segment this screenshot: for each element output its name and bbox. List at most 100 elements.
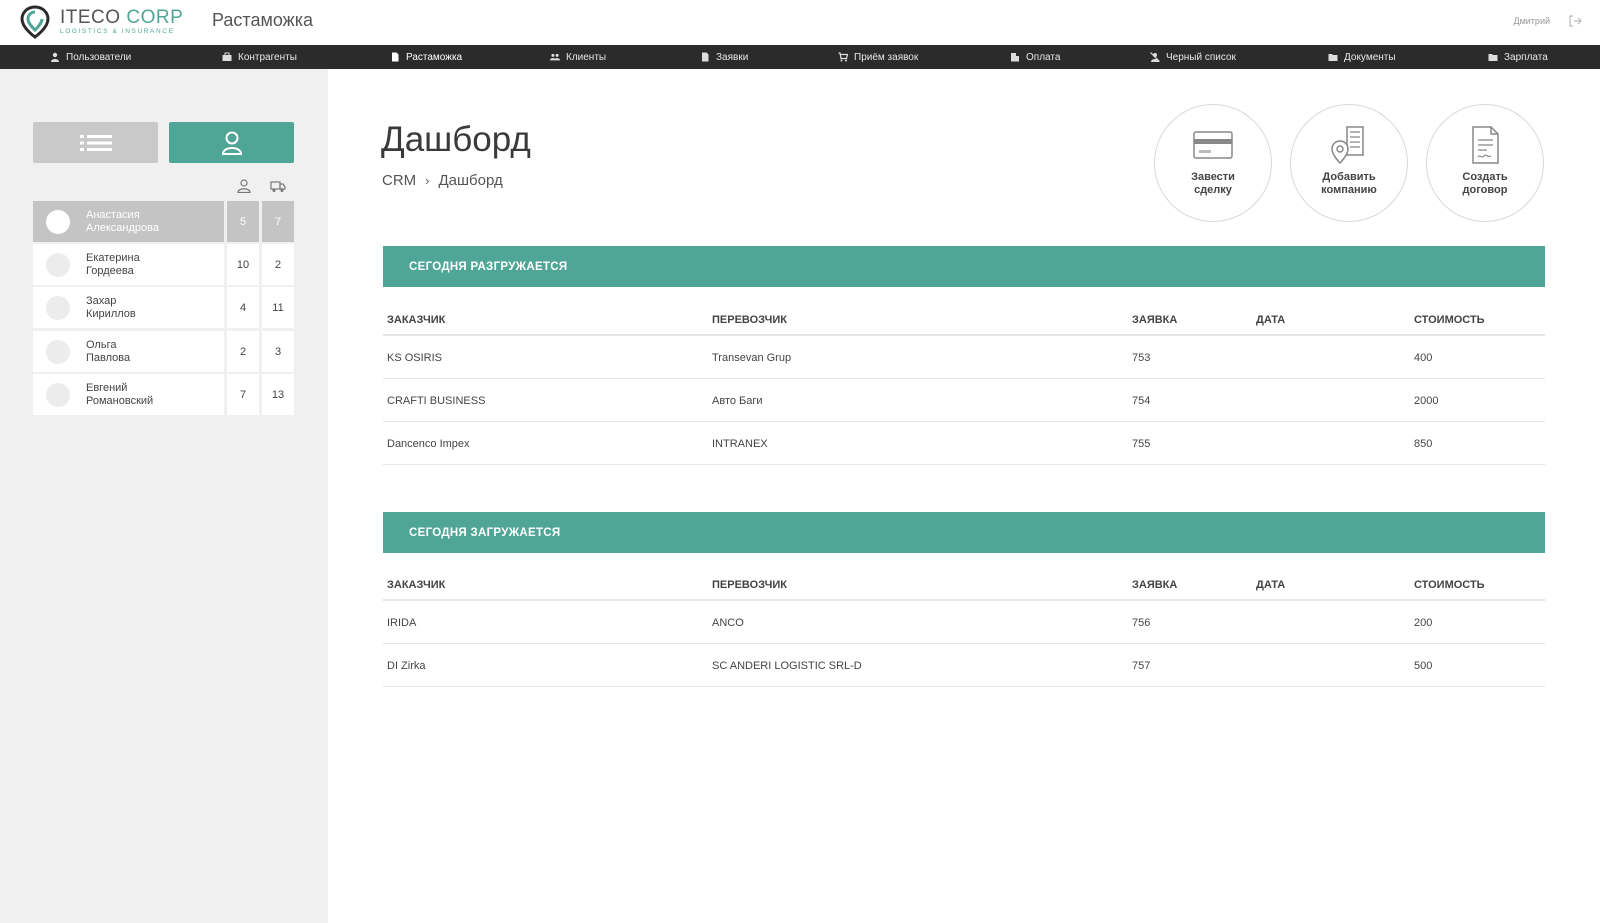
create-deal-button[interactable]: Завести сделку	[1154, 104, 1272, 222]
column-header-date[interactable]: ДАТА	[1256, 314, 1285, 326]
employee-truck-count: 3	[262, 331, 294, 372]
nav-item-label: Пользователи	[66, 51, 132, 63]
folder-icon	[1488, 54, 1498, 61]
customer-cell: DI Zirka	[387, 660, 426, 672]
cart-icon	[838, 52, 848, 62]
create-contract-button[interactable]: Создать договор	[1426, 104, 1544, 222]
column-header-carrier[interactable]: ПЕРЕВОЗЧИК	[712, 314, 787, 326]
column-header-cost[interactable]: СТОИМОСТЬ	[1414, 314, 1485, 326]
nav-item-clients[interactable]: Клиенты	[550, 45, 606, 69]
employee-client-count: 7	[227, 374, 259, 415]
breadcrumb-root-link[interactable]: CRM	[382, 172, 416, 189]
nav-item-label: Клиенты	[566, 51, 607, 63]
unloading-today-header: СЕГОДНЯ РАЗГРУЖАЕТСЯ	[383, 246, 1545, 287]
carrier-cell: Transevan Grup	[712, 352, 792, 364]
bank-icon	[1011, 53, 1019, 62]
nav-item-blacklist[interactable]: Черный список	[1150, 45, 1236, 69]
nav-item-contractors[interactable]: Контрагенты	[222, 45, 297, 69]
nav-item-salary[interactable]: Зарплата	[1488, 45, 1548, 69]
employee-truck-count: 7	[262, 201, 294, 242]
main-nav: Пользователи Контрагенты Растаможка Клие…	[0, 45, 1600, 69]
column-header-request[interactable]: ЗАЯВКА	[1132, 314, 1177, 326]
employee-client-count: 10	[227, 244, 259, 285]
employee-info[interactable]: Ольга Павлова	[33, 331, 224, 372]
users-icon	[550, 53, 560, 61]
column-header-request[interactable]: ЗАЯВКА	[1132, 579, 1177, 591]
employee-view-button[interactable]	[169, 122, 294, 163]
nav-item-payment[interactable]: Оплата	[1010, 45, 1060, 69]
employee-truck-count: 11	[262, 287, 294, 328]
user-icon	[51, 52, 59, 62]
nav-item-users[interactable]: Пользователи	[50, 45, 131, 69]
employee-truck-count: 2	[262, 244, 294, 285]
table-row[interactable]: CRAFTI BUSINESS Авто Баги 754 2000	[383, 379, 1545, 422]
nav-item-label: Оплата	[1026, 51, 1061, 63]
briefcase-icon	[222, 52, 232, 61]
employee-truck-count: 13	[262, 374, 294, 415]
employee-info[interactable]: Евгений Романовский	[33, 374, 224, 415]
logo-pin-icon	[20, 5, 50, 39]
current-user-name[interactable]: Дмитрий	[1514, 16, 1551, 26]
company-logo[interactable]: ITECO CORP LOGISTICS & INSURANCE	[18, 4, 183, 40]
file-icon	[702, 52, 709, 62]
cost-cell: 200	[1414, 617, 1433, 629]
request-cell: 753	[1132, 352, 1151, 364]
nav-item-label: Растаможка	[406, 51, 463, 63]
avatar	[46, 339, 70, 364]
request-cell: 757	[1132, 660, 1151, 672]
table-row[interactable]: DI Zirka SC ANDERI LOGISTIC SRL-D 757 50…	[383, 644, 1545, 687]
employee-client-count: 4	[227, 287, 259, 328]
cost-cell: 2000	[1414, 395, 1439, 407]
breadcrumb-separator: ›	[425, 173, 430, 188]
nav-item-label: Документы	[1344, 51, 1396, 63]
list-view-button[interactable]	[33, 122, 158, 163]
table-header-row: ЗАКАЗЧИК ПЕРЕВОЗЧИК ЗАЯВКА ДАТА СТОИМОСТ…	[383, 302, 1545, 336]
column-header-customer[interactable]: ЗАКАЗЧИК	[387, 579, 445, 591]
breadcrumb: CRM › Дашборд	[382, 172, 503, 189]
logo-subtitle: LOGISTICS & INSURANCE	[60, 28, 175, 36]
nav-item-label: Зарплата	[1504, 51, 1548, 63]
document-icon	[392, 52, 399, 62]
employee-name: Ольга Павлова	[86, 338, 131, 364]
truck-icon	[270, 181, 286, 192]
column-header-date[interactable]: ДАТА	[1256, 579, 1285, 591]
nav-item-requests[interactable]: Заявки	[700, 45, 748, 69]
contract-document-icon	[1472, 126, 1499, 164]
employee-info[interactable]: Анастасия Александрова	[33, 201, 224, 242]
carrier-cell: INTRANEX	[712, 438, 768, 450]
employee-name: Анастасия Александрова	[86, 208, 159, 234]
employee-info[interactable]: Захар Кириллов	[33, 287, 224, 328]
logo-accent-text: CORP	[126, 7, 184, 29]
employee-info[interactable]: Екатерина Гордеева	[33, 244, 224, 285]
logout-icon[interactable]	[1568, 15, 1582, 27]
avatar	[46, 382, 70, 407]
add-company-button[interactable]: Добавить компанию	[1290, 104, 1408, 222]
nav-item-request-intake[interactable]: Приём заявок	[838, 45, 918, 69]
nav-item-documents[interactable]: Документы	[1328, 45, 1396, 69]
nav-item-customs[interactable]: Растаможка	[390, 45, 462, 69]
nav-item-label: Заявки	[716, 51, 749, 63]
nav-item-label: Контрагенты	[238, 51, 297, 63]
action-label: Завести сделку	[1191, 171, 1235, 196]
carrier-cell: Авто Баги	[712, 395, 763, 407]
column-header-cost[interactable]: СТОИМОСТЬ	[1414, 579, 1485, 591]
column-header-carrier[interactable]: ПЕРЕВОЗЧИК	[712, 579, 787, 591]
employee-name: Екатерина Гордеева	[86, 251, 140, 277]
table-row[interactable]: IRIDA ANCO 756 200	[383, 601, 1545, 644]
company-location-icon	[1331, 126, 1364, 165]
employee-client-count: 2	[227, 331, 259, 372]
column-header-customer[interactable]: ЗАКАЗЧИК	[387, 314, 445, 326]
cost-cell: 400	[1414, 352, 1433, 364]
avatar	[46, 209, 70, 234]
table-row[interactable]: Dancenco Impex INTRANEX 755 850	[383, 422, 1545, 465]
unloading-table: ЗАКАЗЧИК ПЕРЕВОЗЧИК ЗАЯВКА ДАТА СТОИМОСТ…	[383, 302, 1545, 465]
nav-item-label: Черный список	[1166, 51, 1236, 63]
cost-cell: 850	[1414, 438, 1433, 450]
table-row[interactable]: KS OSIRIS Transevan Grup 753 400	[383, 336, 1545, 379]
clients-column-icon	[237, 179, 251, 193]
customer-cell: IRIDA	[387, 617, 417, 629]
request-cell: 754	[1132, 395, 1151, 407]
credit-card-icon	[1193, 131, 1233, 159]
request-cell: 756	[1132, 617, 1151, 629]
list-icon	[79, 134, 112, 151]
